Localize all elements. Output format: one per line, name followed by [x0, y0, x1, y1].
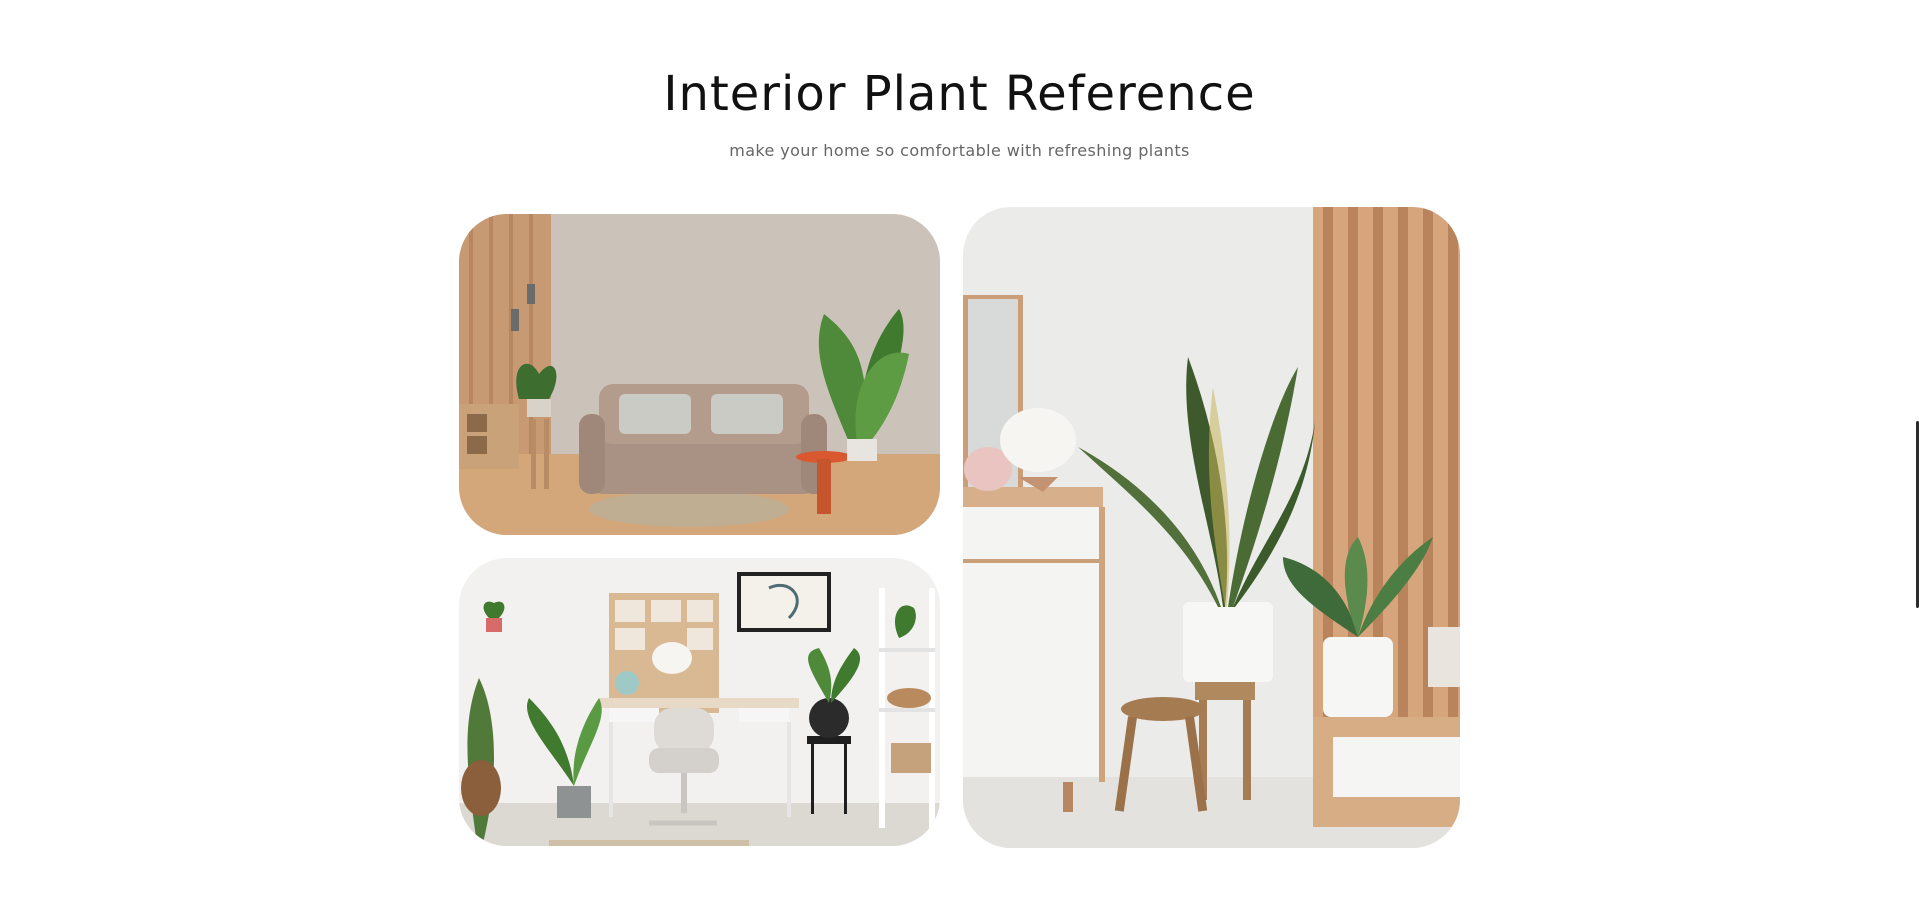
gallery-image-living-room[interactable] [459, 214, 940, 535]
section-subtitle: make your home so comfortable with refre… [729, 141, 1190, 160]
gallery-image-snake-plant[interactable] [963, 207, 1460, 848]
snake-plant-corner-photo [963, 207, 1460, 848]
gallery-image-home-office[interactable] [459, 558, 940, 846]
plant-reference-section: Interior Plant Reference make your home … [0, 0, 1919, 922]
home-office-photo [459, 558, 940, 846]
section-title: Interior Plant Reference [663, 66, 1256, 122]
living-room-photo [459, 214, 940, 535]
